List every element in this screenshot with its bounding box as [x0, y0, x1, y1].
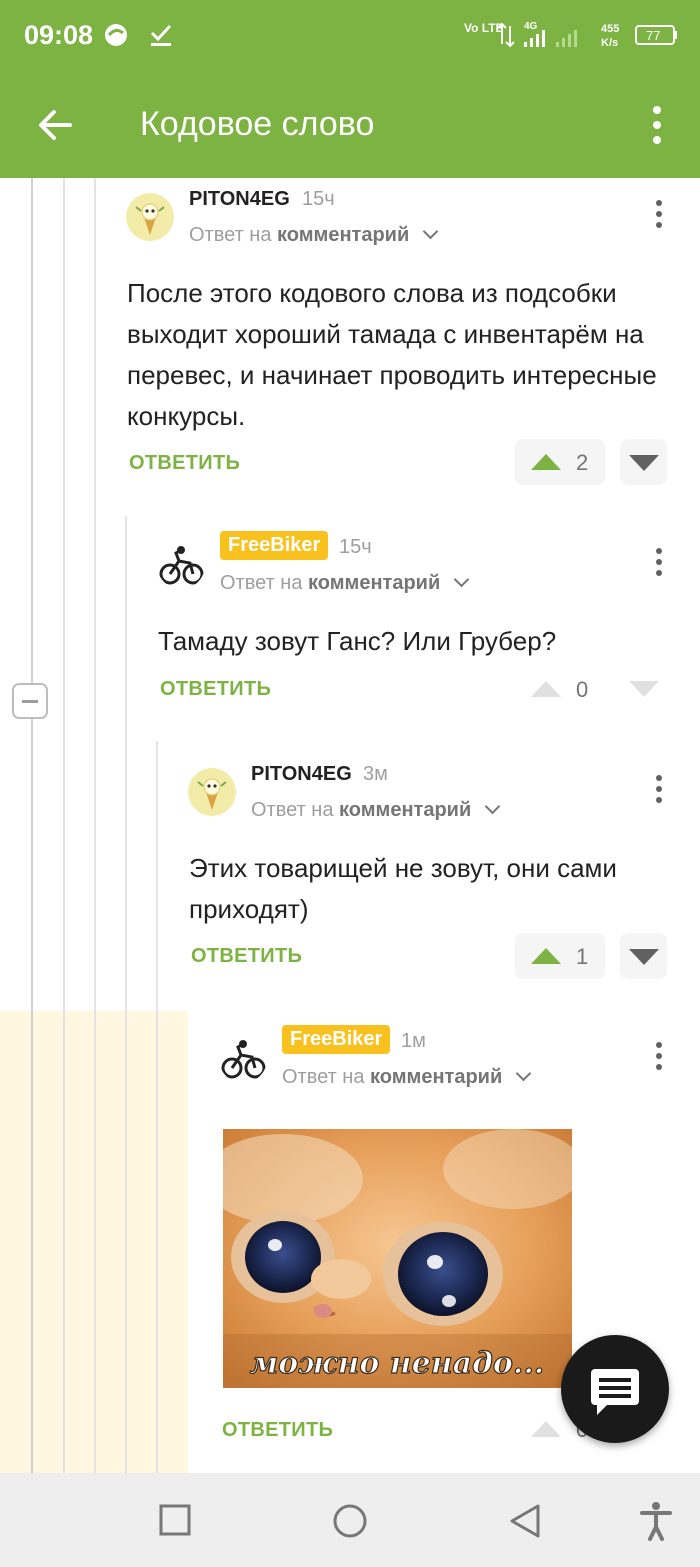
- system-nav-bar: [0, 1473, 700, 1567]
- upvote-icon[interactable]: [531, 454, 561, 470]
- comment-menu-icon[interactable]: [654, 200, 664, 232]
- net-speed-unit: K/s: [601, 37, 618, 49]
- avatar-icecream-icon: [126, 193, 174, 241]
- collapse-thread-button[interactable]: [12, 683, 48, 719]
- reply-to-target[interactable]: комментарий: [370, 1066, 502, 1088]
- comment-author[interactable]: FreeBiker: [220, 531, 329, 560]
- top-bar: 09:08 Vo LTE 4G 455 K/s 77 Кодовое слово: [0, 0, 700, 178]
- chevron-down-icon: [453, 571, 470, 588]
- thread-line: [94, 178, 96, 1473]
- reply-button[interactable]: ОТВЕТИТЬ: [129, 452, 240, 475]
- accessibility-icon[interactable]: [639, 1501, 673, 1541]
- vote-count: 0: [576, 677, 589, 702]
- reply-to-prefix: Ответ на: [251, 799, 334, 821]
- avatar[interactable]: [157, 541, 205, 589]
- status-indicators: Vo LTE 4G 455 K/s 77: [464, 21, 677, 49]
- reply-to-prefix: Ответ на: [282, 1066, 365, 1088]
- vote-count: 1: [576, 944, 589, 969]
- chevron-down-icon: [515, 1065, 532, 1082]
- comment-time: 15ч: [302, 188, 335, 210]
- thread-line: [31, 178, 33, 1473]
- comments-thread[interactable]: PITON4EG 15ч Ответ на комментарий После …: [0, 178, 700, 1473]
- comment-menu-icon[interactable]: [654, 775, 664, 807]
- downvote-icon[interactable]: [629, 681, 659, 697]
- download-done-icon: [150, 24, 172, 46]
- battery-level: 77: [646, 28, 660, 43]
- comment-image[interactable]: можно ненадо...: [223, 1129, 572, 1388]
- network-type-label: 4G: [524, 21, 538, 32]
- net-speed-value: 455: [601, 23, 619, 35]
- reply-to-target[interactable]: комментарий: [308, 572, 440, 594]
- comment-text: После этого кодового слова из подсобки в…: [127, 278, 657, 431]
- comment-time: 15ч: [339, 536, 372, 558]
- reply-to-link[interactable]: Ответ на комментарий: [282, 1065, 532, 1089]
- comment-time: 3м: [363, 763, 388, 785]
- upvote-icon[interactable]: [531, 948, 561, 964]
- volte-label: Vo LTE: [464, 21, 504, 35]
- thread-line: [63, 178, 65, 1473]
- comment-time: 1м: [401, 1030, 426, 1052]
- home-icon[interactable]: [332, 1503, 368, 1539]
- downvote-icon[interactable]: [629, 949, 659, 965]
- add-comment-fab[interactable]: [561, 1335, 669, 1443]
- reply-to-link[interactable]: Ответ на комментарий: [251, 798, 501, 822]
- comment-author[interactable]: PITON4EG: [251, 763, 352, 786]
- comment-text: Тамаду зовут Ганс? Или Грубер?: [158, 626, 557, 656]
- back-icon[interactable]: [508, 1503, 542, 1539]
- comment-menu-icon[interactable]: [654, 1042, 664, 1074]
- reply-button[interactable]: ОТВЕТИТЬ: [160, 678, 271, 701]
- comment-author[interactable]: FreeBiker: [282, 1025, 391, 1054]
- more-vert-icon[interactable]: [648, 104, 666, 146]
- page-title: Кодовое слово: [140, 105, 375, 143]
- comment-author[interactable]: PITON4EG: [189, 188, 290, 211]
- recent-apps-icon[interactable]: [159, 1504, 191, 1536]
- reply-to-link[interactable]: Ответ на комментарий: [189, 223, 439, 247]
- avatar-icecream-icon: [188, 768, 236, 816]
- comment-icon: [591, 1369, 639, 1415]
- image-caption: можно ненадо...: [250, 1346, 545, 1381]
- downvote-icon[interactable]: [629, 455, 659, 471]
- status-time: 09:08: [24, 20, 94, 50]
- avatar[interactable]: [219, 1035, 267, 1083]
- upvote-icon[interactable]: [531, 681, 561, 697]
- status-bar: 09:08 Vo LTE 4G 455 K/s 77: [0, 0, 700, 70]
- thread-line: [156, 741, 158, 1473]
- chevron-down-icon: [422, 223, 439, 240]
- reply-to-target[interactable]: комментарий: [277, 224, 409, 246]
- reply-button[interactable]: ОТВЕТИТЬ: [191, 945, 302, 968]
- comment-menu-icon[interactable]: [654, 548, 664, 580]
- vote-count: 2: [576, 450, 589, 475]
- avatar-biker-icon: [157, 541, 205, 589]
- upvote-icon[interactable]: [531, 1421, 561, 1437]
- back-arrow-icon[interactable]: [36, 106, 74, 144]
- reply-to-prefix: Ответ на: [189, 224, 272, 246]
- app-notification-icon: [105, 24, 127, 46]
- comment-text: Этих товарищей не зовут, они сами приход…: [189, 853, 617, 924]
- thread-line: [125, 516, 127, 1473]
- reply-to-link[interactable]: Ответ на комментарий: [220, 571, 470, 595]
- reply-button[interactable]: ОТВЕТИТЬ: [222, 1419, 333, 1442]
- avatar-biker-icon: [219, 1035, 267, 1083]
- crying-cat-image: можно ненадо...: [223, 1129, 572, 1388]
- avatar[interactable]: [188, 768, 236, 816]
- chevron-down-icon: [484, 798, 501, 815]
- reply-to-prefix: Ответ на: [220, 572, 303, 594]
- reply-to-target[interactable]: комментарий: [339, 799, 471, 821]
- avatar[interactable]: [126, 193, 174, 241]
